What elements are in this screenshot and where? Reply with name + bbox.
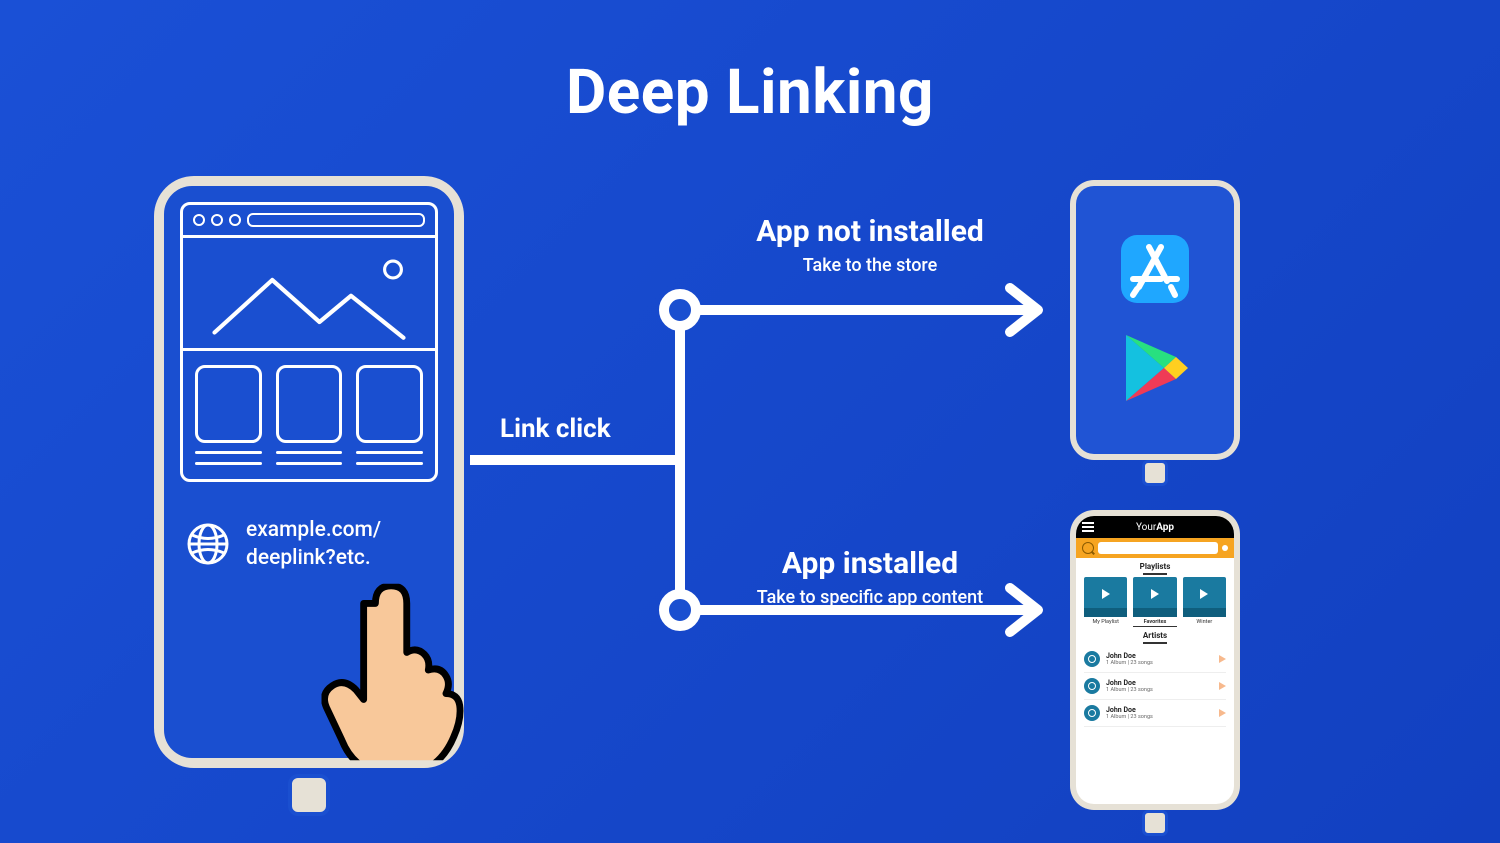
avatar-icon — [1084, 651, 1100, 667]
address-bar-icon — [247, 213, 425, 227]
hamburger-icon — [1082, 522, 1094, 532]
play-outline-icon — [1219, 655, 1226, 663]
play-outline-icon — [1219, 709, 1226, 717]
artist-row: John Doe1 Album | 23 songs — [1084, 673, 1226, 700]
diagram-title: Deep Linking — [0, 56, 1500, 129]
branch-installed: App installed Take to specific app conte… — [700, 546, 1040, 608]
artist-row: John Doe1 Album | 23 songs — [1084, 646, 1226, 673]
playlist-label: Favorites — [1133, 619, 1176, 627]
your-app-phone: YourApp Playlists My Playlist Favorites … — [1070, 510, 1240, 810]
branch-not-installed: App not installed Take to the store — [700, 214, 1040, 276]
deep-link-url: example.com/ deeplink?etc. — [246, 516, 381, 573]
home-button-icon — [288, 774, 330, 816]
browser-wireframe — [180, 202, 438, 482]
app-brand: YourApp — [1100, 522, 1210, 533]
avatar-icon — [1084, 705, 1100, 721]
play-icon — [1102, 589, 1110, 599]
playlist-label: Winter — [1183, 619, 1226, 627]
link-click-label: Link click — [500, 414, 611, 444]
image-placeholder-icon — [183, 238, 435, 354]
playlists-heading: Playlists — [1076, 562, 1234, 575]
store-phone — [1070, 180, 1240, 460]
app-header: YourApp — [1076, 516, 1234, 538]
tap-hand-icon — [322, 584, 469, 760]
avatar-icon — [1084, 678, 1100, 694]
search-icon — [1082, 542, 1094, 554]
globe-icon — [186, 522, 230, 566]
play-icon — [1151, 589, 1159, 599]
artist-row: John Doe1 Album | 23 songs — [1084, 700, 1226, 727]
google-play-icon — [1116, 329, 1194, 407]
playlist-tile — [1133, 577, 1176, 617]
play-icon — [1200, 589, 1208, 599]
record-icon — [1222, 545, 1228, 551]
playlist-tile — [1183, 577, 1226, 617]
playlist-tiles — [1076, 577, 1234, 617]
app-search-bar — [1076, 538, 1234, 558]
playlist-label: My Playlist — [1084, 619, 1127, 627]
artists-heading: Artists — [1076, 631, 1234, 644]
playlist-tile — [1084, 577, 1127, 617]
play-outline-icon — [1219, 682, 1226, 690]
home-button-icon — [1142, 810, 1168, 836]
home-button-icon — [1142, 460, 1168, 486]
app-store-icon — [1119, 233, 1191, 305]
